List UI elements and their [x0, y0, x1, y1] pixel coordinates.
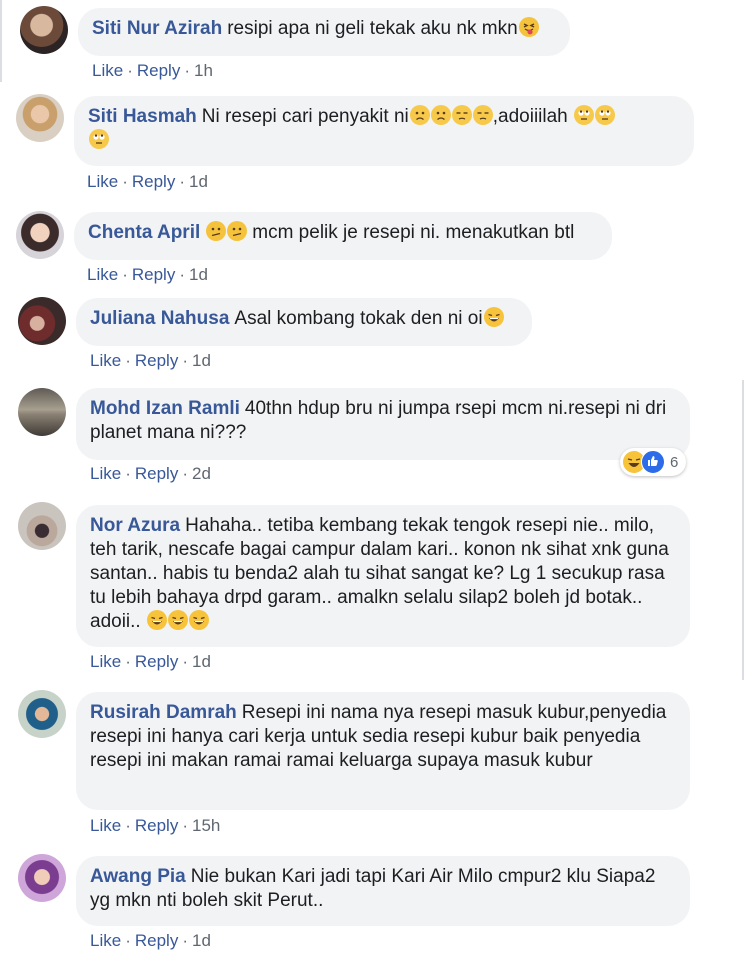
- reply-link[interactable]: Reply: [135, 931, 178, 950]
- separator: ·: [182, 816, 188, 835]
- separator: ·: [127, 61, 133, 80]
- like-link[interactable]: Like: [90, 464, 121, 483]
- avatar[interactable]: [16, 94, 64, 142]
- separator: ·: [125, 351, 131, 370]
- avatar[interactable]: [18, 388, 66, 436]
- commenter-name[interactable]: Mohd Izan Ramli: [90, 398, 240, 419]
- like-link[interactable]: Like: [90, 931, 121, 950]
- commenter-name[interactable]: Siti Hasmah: [88, 106, 197, 127]
- unamused-emoji: [451, 105, 472, 125]
- comment-text: Asal kombang tokak den ni oi: [234, 308, 483, 329]
- separator: ·: [179, 172, 185, 191]
- comment-bubble: Rusirah Damrah Resepi ini nama nya resepi…: [76, 692, 690, 810]
- eye-roll-emoji: [595, 105, 616, 125]
- separator: ·: [179, 265, 185, 284]
- reply-link[interactable]: Reply: [132, 172, 175, 191]
- frowning-emoji: [430, 105, 451, 125]
- separator: ·: [182, 464, 188, 483]
- comment-actions: Like · Reply · 1d: [87, 265, 208, 285]
- commenter-name[interactable]: Siti Nur Azirah: [92, 18, 222, 39]
- comment-timestamp[interactable]: 1d: [192, 652, 211, 671]
- laughing-emoji: [146, 610, 167, 630]
- avatar[interactable]: [16, 211, 64, 259]
- commenter-name[interactable]: Chenta April: [88, 222, 200, 243]
- avatar[interactable]: [18, 297, 66, 345]
- laughing-emoji: [483, 307, 504, 327]
- laughing-emoji: [188, 610, 209, 630]
- comment-actions: Like · Reply · 2d: [90, 464, 211, 484]
- comment-actions: Like · Reply · 1d: [90, 652, 211, 672]
- confused-emoji: [206, 221, 227, 241]
- comment-text: Ni resepi cari penyakit ni: [201, 106, 409, 127]
- comment-bubble: Juliana Nahusa Asal kombang tokak den ni …: [76, 298, 532, 346]
- reaction-summary[interactable]: 6: [620, 448, 687, 476]
- comment-timestamp[interactable]: 1d: [189, 265, 208, 284]
- avatar[interactable]: [18, 502, 66, 550]
- like-link[interactable]: Like: [90, 816, 121, 835]
- comment-actions: Like · Reply · 1d: [90, 351, 211, 371]
- comment-actions: Like · Reply · 1h: [92, 61, 213, 81]
- left-edge-line: [0, 0, 2, 82]
- separator: ·: [182, 931, 188, 950]
- separator: ·: [125, 816, 131, 835]
- like-link[interactable]: Like: [87, 172, 118, 191]
- comment-actions: Like · Reply · 1d: [87, 172, 208, 192]
- like-reaction-icon: [641, 450, 665, 474]
- avatar[interactable]: [18, 690, 66, 738]
- commenter-name[interactable]: Nor Azura: [90, 515, 180, 536]
- separator: ·: [182, 652, 188, 671]
- eye-roll-emoji: [574, 105, 595, 125]
- like-link[interactable]: Like: [90, 652, 121, 671]
- separator: ·: [125, 464, 131, 483]
- separator: ·: [184, 61, 190, 80]
- comment-timestamp[interactable]: 1d: [192, 931, 211, 950]
- comment-timestamp[interactable]: 15h: [192, 816, 220, 835]
- commenter-name[interactable]: Awang Pia: [90, 866, 186, 887]
- reply-link[interactable]: Reply: [137, 61, 180, 80]
- eye-roll-emoji: [89, 129, 109, 149]
- comment-timestamp[interactable]: 2d: [192, 464, 211, 483]
- reply-link[interactable]: Reply: [135, 652, 178, 671]
- separator: ·: [122, 265, 128, 284]
- comment-actions: Like · Reply · 15h: [90, 816, 220, 836]
- like-link[interactable]: Like: [87, 265, 118, 284]
- like-link[interactable]: Like: [90, 351, 121, 370]
- avatar[interactable]: [20, 6, 68, 54]
- comment-bubble: Chenta April mcm pelik je resepi ni. mena…: [74, 212, 612, 260]
- comment-timestamp[interactable]: 1d: [192, 351, 211, 370]
- unamused-emoji: [472, 105, 493, 125]
- comment-text: mcm pelik je resepi ni. menakutkan btl: [252, 222, 575, 243]
- comment-text-continued: ,adoiiilah: [492, 106, 568, 127]
- reaction-count: 6: [670, 453, 679, 471]
- comment-text: resipi apa ni geli tekak aku nk mkn: [227, 18, 518, 39]
- frowning-emoji: [409, 105, 430, 125]
- reply-link[interactable]: Reply: [135, 351, 178, 370]
- comment-bubble: Nor Azura Hahaha.. tetiba kembang tekak t…: [76, 505, 690, 647]
- reply-link[interactable]: Reply: [132, 265, 175, 284]
- commenter-name[interactable]: Juliana Nahusa: [90, 308, 229, 329]
- laughing-emoji: [167, 610, 188, 630]
- like-link[interactable]: Like: [92, 61, 123, 80]
- comment-timestamp[interactable]: 1h: [194, 61, 213, 80]
- squinting-tongue-emoji: [518, 17, 539, 37]
- avatar[interactable]: [18, 854, 66, 902]
- comment-actions: Like · Reply · 1d: [90, 931, 211, 951]
- separator: ·: [182, 351, 188, 370]
- separator: ·: [125, 652, 131, 671]
- separator: ·: [122, 172, 128, 191]
- comment-bubble: Awang Pia Nie bukan Kari jadi tapi Kari A…: [76, 856, 690, 926]
- comment-bubble: Siti Nur Azirah resipi apa ni geli tekak …: [78, 8, 570, 56]
- reply-link[interactable]: Reply: [135, 464, 178, 483]
- comment-bubble: Siti Hasmah Ni resepi cari penyakit ni ,ad…: [74, 96, 694, 166]
- reply-link[interactable]: Reply: [135, 816, 178, 835]
- confused-emoji: [227, 221, 248, 241]
- commenter-name[interactable]: Rusirah Damrah: [90, 702, 237, 723]
- separator: ·: [125, 931, 131, 950]
- comment-bubble: Mohd Izan Ramli 40thn hdup bru ni jumpa r…: [76, 388, 690, 460]
- comment-timestamp[interactable]: 1d: [189, 172, 208, 191]
